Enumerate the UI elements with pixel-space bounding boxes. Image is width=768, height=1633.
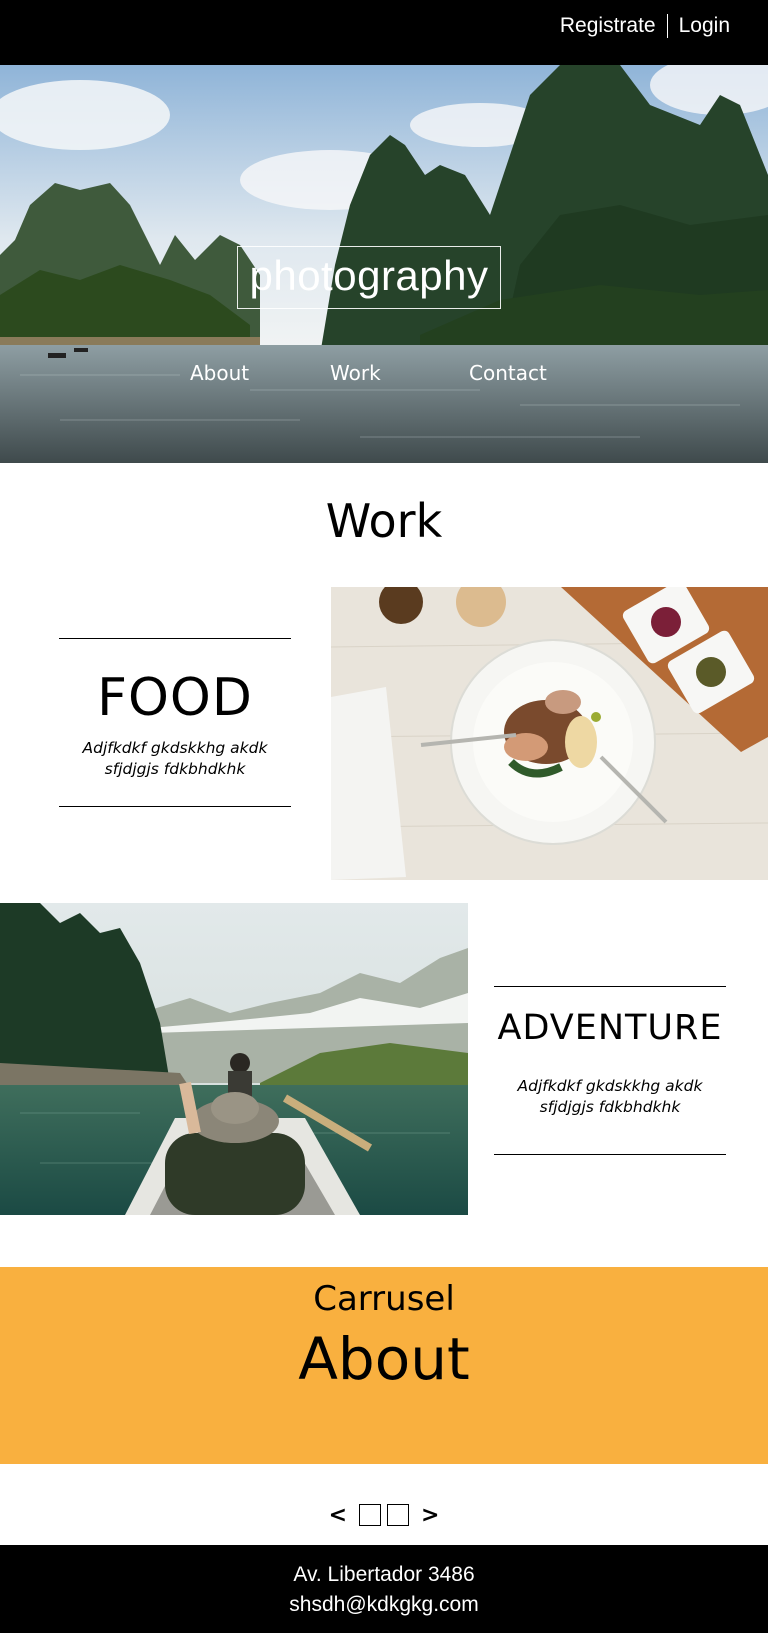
- brand-title: photography: [237, 246, 501, 309]
- food-card[interactable]: FOOD Adjfkdkf gkdskkhg akdk sfjdjgjs fdk…: [59, 638, 291, 808]
- nav-contact[interactable]: Contact: [469, 361, 547, 385]
- footer: Av. Libertador 3486 shsdh@kdkgkg.com: [0, 1545, 768, 1633]
- nav-work[interactable]: Work: [330, 361, 381, 385]
- login-link[interactable]: Login: [679, 14, 730, 38]
- food-photo-image: [331, 587, 768, 880]
- footer-address: Av. Libertador 3486: [293, 1563, 475, 1586]
- food-photo: [331, 587, 768, 880]
- food-card-bottom-rule: [59, 806, 291, 807]
- carousel-prev-button[interactable]: <: [323, 1503, 353, 1528]
- adventure-card-bottom-rule: [494, 1154, 726, 1155]
- main-nav: About Work Contact: [0, 361, 768, 391]
- carousel-next-button[interactable]: >: [415, 1503, 445, 1528]
- footer-email[interactable]: shsdh@kdkgkg.com: [0, 1593, 768, 1617]
- adventure-card-description: Adjfkdkf gkdskkhg akdk sfjdjgjs fdkbhdkh…: [517, 1077, 703, 1116]
- adventure-card-top-rule: [494, 986, 726, 987]
- about-band: Carrusel About: [0, 1267, 768, 1464]
- food-card-title: FOOD: [97, 668, 253, 728]
- adventure-photo-image: [0, 903, 468, 1215]
- carousel-indicator[interactable]: [359, 1504, 381, 1526]
- carousel-subtitle: Carrusel: [313, 1279, 455, 1319]
- adventure-photo: [0, 903, 468, 1215]
- food-card-description: Adjfkdkf gkdskkhg akdk sfjdjgjs fdkbhdkh…: [82, 739, 268, 778]
- work-heading: Work: [325, 494, 443, 548]
- hero-banner: photography About Work Contact: [0, 65, 768, 463]
- adventure-card[interactable]: ADVENTURE Adjfkdkf gkdskkhg akdk sfjdjgj…: [494, 986, 726, 1156]
- register-link[interactable]: Registrate: [560, 14, 656, 38]
- nav-about[interactable]: About: [190, 361, 249, 385]
- food-card-top-rule: [59, 638, 291, 639]
- adventure-card-title: ADVENTURE: [497, 1008, 723, 1048]
- about-heading: About: [298, 1325, 470, 1393]
- top-bar: Registrate Login: [0, 0, 768, 65]
- auth-divider: [666, 14, 668, 38]
- auth-links: Registrate Login: [560, 14, 730, 38]
- carousel-indicator[interactable]: [387, 1504, 409, 1526]
- carousel-controls: < >: [0, 1500, 768, 1530]
